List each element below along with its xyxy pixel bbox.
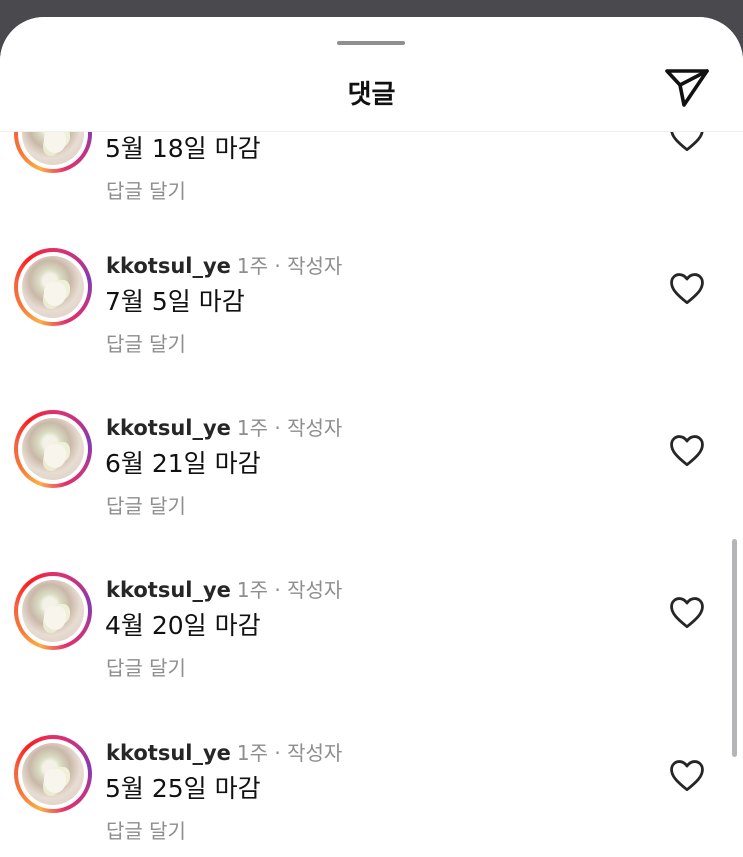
comment-username[interactable]: kkotsul_ye 1주 · 작성자	[106, 737, 342, 766]
comment-item: kkotsul_ye 1주 · 작성자 5월 25일 마감 답글 달기	[0, 735, 743, 857]
comment-item: kkotsul_ye 1주 · 작성자 7월 5일 마감 답글 달기	[0, 248, 743, 408]
comment-item: kkotsul_ye 1주 · 작성자 6월 21일 마감 답글 달기	[0, 410, 743, 570]
sheet-header: 댓글	[0, 17, 743, 132]
heart-icon[interactable]	[668, 758, 706, 792]
comment-meta: 1주 · 작성자	[236, 741, 343, 765]
heart-icon[interactable]	[668, 271, 706, 305]
comment-text: 5월 18일 마감	[105, 134, 261, 163]
comment-meta: 1주 · 작성자	[236, 416, 343, 440]
avatar[interactable]	[14, 572, 92, 650]
comment-meta: 1주 · 작성자	[236, 254, 343, 278]
comment-username[interactable]: kkotsul_ye 1주 · 작성자	[106, 574, 342, 603]
avatar[interactable]	[14, 248, 92, 326]
avatar[interactable]	[14, 410, 92, 488]
comment-username[interactable]: kkotsul_ye 1주 · 작성자	[106, 412, 342, 441]
comment-text: 5월 25일 마감	[105, 774, 261, 803]
heart-icon[interactable]	[668, 433, 706, 467]
comments-sheet: 5월 18일 마감 답글 달기 kkotsul_ye 1주 · 작성자 7월 5일…	[0, 17, 743, 857]
reply-button[interactable]: 답글 달기	[106, 490, 186, 519]
comment-list[interactable]: 5월 18일 마감 답글 달기 kkotsul_ye 1주 · 작성자 7월 5일…	[0, 17, 743, 857]
comment-text: 6월 21일 마감	[105, 449, 261, 478]
reply-button[interactable]: 답글 달기	[106, 175, 186, 204]
page-title: 댓글	[347, 80, 396, 110]
comment-text: 4월 20일 마감	[105, 611, 261, 640]
reply-button[interactable]: 답글 달기	[106, 328, 186, 357]
comment-meta: 1주 · 작성자	[236, 578, 343, 602]
reply-button[interactable]: 답글 달기	[106, 652, 186, 681]
scrollbar[interactable]	[732, 539, 737, 757]
comment-username[interactable]: kkotsul_ye 1주 · 작성자	[106, 250, 342, 279]
avatar[interactable]	[14, 735, 92, 813]
comment-text: 7월 5일 마감	[105, 287, 245, 316]
heart-icon[interactable]	[668, 595, 706, 629]
sheet-grabber[interactable]	[337, 41, 405, 45]
reply-button[interactable]: 답글 달기	[106, 815, 186, 844]
paper-plane-icon[interactable]	[662, 65, 712, 111]
comment-item: kkotsul_ye 1주 · 작성자 4월 20일 마감 답글 달기	[0, 572, 743, 732]
